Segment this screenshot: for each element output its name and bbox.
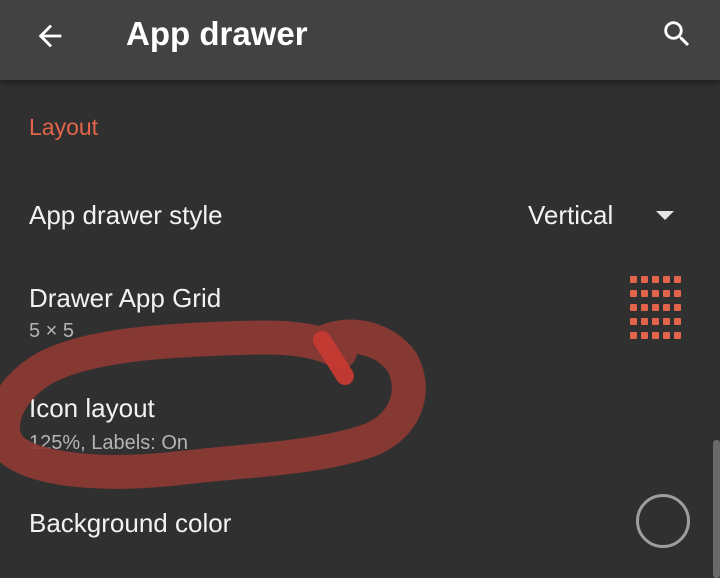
setting-icon-layout[interactable]: Icon layout 125%, Labels: On: [0, 390, 720, 462]
setting-title: Drawer App Grid: [29, 283, 222, 313]
setting-title: Icon layout: [29, 393, 155, 423]
grid-icon: [630, 276, 681, 339]
setting-summary: 5 × 5: [29, 320, 75, 342]
scrollbar[interactable]: [713, 440, 720, 578]
setting-summary: 125%, Labels: On: [29, 432, 188, 454]
setting-title: App drawer style: [29, 200, 223, 230]
page-title: App drawer: [126, 15, 308, 52]
setting-background-color[interactable]: Background color: [0, 494, 720, 554]
settings-screen: App drawer Layout App drawer style Verti…: [0, 0, 720, 578]
section-header-layout: Layout: [29, 114, 99, 140]
color-circle-icon: [636, 494, 690, 548]
setting-drawer-app-grid[interactable]: Drawer App Grid 5 × 5: [0, 276, 720, 346]
setting-app-drawer-style[interactable]: App drawer style Vertical: [0, 186, 720, 244]
search-icon: [664, 21, 690, 47]
dropdown-selected-value: Vertical: [528, 199, 614, 230]
chevron-down-icon: [656, 211, 674, 220]
arrow-back-icon: [38, 24, 62, 48]
app-bar: App drawer: [0, 0, 720, 80]
back-button[interactable]: [26, 12, 74, 60]
setting-title: Background color: [29, 508, 232, 538]
search-button[interactable]: [652, 10, 702, 58]
drawer-style-dropdown[interactable]: Vertical: [520, 186, 690, 244]
